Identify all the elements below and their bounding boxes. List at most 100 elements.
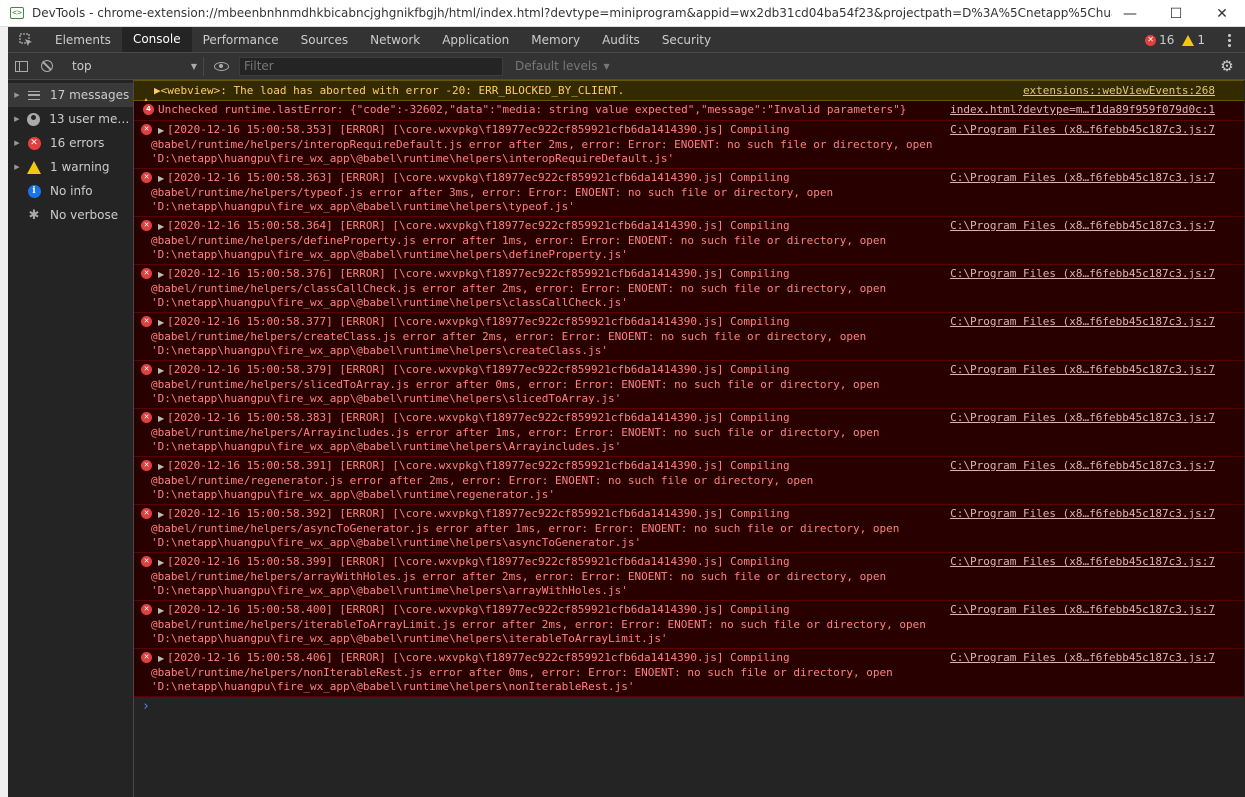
close-button[interactable]: ✕ bbox=[1199, 0, 1245, 27]
source-link[interactable]: C:\Program Files (x8…f6febb45c187c3.js:7 bbox=[950, 459, 1215, 473]
tab-application[interactable]: Application bbox=[431, 27, 520, 52]
tab-console[interactable]: Console bbox=[121, 27, 192, 52]
sidebar-item-user-messages[interactable]: ▶ 13 user mes... bbox=[8, 107, 133, 131]
expand-arrow-icon: ▶ bbox=[158, 654, 165, 663]
console-output[interactable]: ▶<webview>: The load has aborted with er… bbox=[134, 80, 1244, 797]
clear-console-button[interactable] bbox=[34, 53, 60, 80]
error-path-line: 'D:\netapp\huangpu\fire_wx_app\@babel\ru… bbox=[151, 296, 628, 309]
console-error-message[interactable]: ✕ ▶ [2020-12-16 15:00:58.406] [ERROR] [\co… bbox=[134, 649, 1244, 697]
sidebar-item-errors[interactable]: ▶ ✕ 16 errors bbox=[8, 131, 133, 155]
source-link[interactable]: C:\Program Files (x8…f6febb45c187c3.js:7 bbox=[950, 651, 1215, 665]
console-prompt[interactable]: › bbox=[134, 697, 1244, 717]
error-detail-line: @babel/runtime/helpers/asyncToGenerator.… bbox=[151, 522, 900, 535]
console-error-message[interactable]: ✕ ▶ [2020-12-16 15:00:58.383] [ERROR] [\co… bbox=[134, 409, 1244, 457]
user-icon bbox=[26, 112, 40, 126]
warning-count[interactable]: 1 bbox=[1182, 33, 1205, 47]
console-error-message[interactable]: ✕ ▶ [2020-12-16 15:00:58.400] [ERROR] [\co… bbox=[134, 601, 1244, 649]
source-link[interactable]: C:\Program Files (x8…f6febb45c187c3.js:7 bbox=[950, 603, 1215, 617]
sidebar-item-label: 13 user mes... bbox=[49, 112, 133, 126]
console-error-message[interactable]: ✕ ▶ [2020-12-16 15:00:58.364] [ERROR] [\co… bbox=[134, 217, 1244, 265]
error-path-line: 'D:\netapp\huangpu\fire_wx_app\@babel\ru… bbox=[151, 632, 668, 645]
console-error-message[interactable]: ✕ ▶ [2020-12-16 15:00:58.353] [ERROR] [\co… bbox=[134, 121, 1244, 169]
sidebar-item-warnings[interactable]: ▶ 1 warning bbox=[8, 155, 133, 179]
console-toolbar: top ▼ Default levels ▼ ⚙ bbox=[8, 53, 1245, 80]
error-icon: ✕ bbox=[141, 460, 152, 471]
compile-error-list: ✕ ▶ [2020-12-16 15:00:58.353] [ERROR] [\co… bbox=[134, 121, 1244, 697]
error-icon: ✕ bbox=[141, 604, 152, 615]
source-link[interactable]: C:\Program Files (x8…f6febb45c187c3.js:7 bbox=[950, 411, 1215, 425]
tab-performance[interactable]: Performance bbox=[192, 27, 290, 52]
repeat-count-badge: 4 bbox=[143, 104, 154, 115]
error-detail-line: @babel/runtime/helpers/defineProperty.js… bbox=[151, 234, 887, 247]
tab-elements[interactable]: Elements bbox=[44, 27, 122, 52]
expand-arrow-icon: ▶ bbox=[158, 126, 165, 135]
source-link[interactable]: C:\Program Files (x8…f6febb45c187c3.js:7 bbox=[950, 507, 1215, 521]
source-link[interactable]: C:\Program Files (x8…f6febb45c187c3.js:7 bbox=[950, 363, 1215, 377]
filter-input[interactable] bbox=[239, 56, 503, 76]
expand-arrow-icon: ▶ bbox=[14, 115, 20, 123]
tab-network[interactable]: Network bbox=[359, 27, 431, 52]
console-error-message[interactable]: ✕ ▶ [2020-12-16 15:00:58.376] [ERROR] [\co… bbox=[134, 265, 1244, 313]
console-error-message[interactable]: ✕ ▶ [2020-12-16 15:00:58.392] [ERROR] [\co… bbox=[134, 505, 1244, 553]
inspect-cursor-icon bbox=[19, 32, 32, 46]
expand-arrow-icon: ▶ bbox=[158, 318, 165, 327]
issue-counters: ✕ 16 1 bbox=[1145, 27, 1245, 53]
tab-memory[interactable]: Memory bbox=[520, 27, 591, 52]
tab-security[interactable]: Security bbox=[651, 27, 722, 52]
inspect-element-button[interactable] bbox=[8, 27, 44, 52]
error-detail-line: @babel/runtime/regenerator.js error afte… bbox=[151, 474, 814, 487]
console-error-message[interactable]: ✕ ▶ [2020-12-16 15:00:58.377] [ERROR] [\co… bbox=[134, 313, 1244, 361]
expand-arrow-icon: ▶ bbox=[14, 163, 20, 171]
eye-icon[interactable] bbox=[214, 61, 229, 71]
console-error-message[interactable]: ✕ ▶ [2020-12-16 15:00:58.399] [ERROR] [\co… bbox=[134, 553, 1244, 601]
error-icon: ✕ bbox=[141, 412, 152, 423]
show-sidebar-button[interactable] bbox=[8, 53, 34, 80]
source-link[interactable]: C:\Program Files (x8…f6febb45c187c3.js:7 bbox=[950, 171, 1215, 185]
more-options-icon[interactable] bbox=[1219, 33, 1239, 47]
source-link[interactable]: C:\Program Files (x8…f6febb45c187c3.js:7 bbox=[950, 219, 1215, 233]
console-error-message[interactable]: ✕ ▶ [2020-12-16 15:00:58.391] [ERROR] [\co… bbox=[134, 457, 1244, 505]
sidebar-item-verbose[interactable]: ✱ No verbose bbox=[8, 203, 133, 227]
error-icon: ✕ bbox=[141, 652, 152, 663]
error-icon: ✕ bbox=[141, 172, 152, 183]
source-link[interactable]: C:\Program Files (x8…f6febb45c187c3.js:7 bbox=[950, 555, 1215, 569]
console-warning-message[interactable]: ▶<webview>: The load has aborted with er… bbox=[134, 80, 1244, 108]
expand-arrow-icon: ▶ bbox=[14, 139, 20, 147]
error-icon: ✕ bbox=[141, 508, 152, 519]
error-path-line: 'D:\netapp\huangpu\fire_wx_app\@babel\ru… bbox=[151, 152, 675, 165]
error-path-line: 'D:\netapp\huangpu\fire_wx_app\@babel\ru… bbox=[151, 488, 555, 501]
error-path-line: 'D:\netapp\huangpu\fire_wx_app\@babel\ru… bbox=[151, 536, 642, 549]
error-icon: ✕ bbox=[141, 556, 152, 567]
error-icon: ✕ bbox=[141, 316, 152, 327]
expand-arrow-icon: ▶ bbox=[158, 414, 165, 423]
source-link[interactable]: C:\Program Files (x8…f6febb45c187c3.js:7 bbox=[950, 123, 1215, 137]
console-main: ▶ 17 messages ▶ 13 user mes... ▶ ✕ 16 er… bbox=[8, 80, 1245, 797]
console-error-message[interactable]: ✕ ▶ [2020-12-16 15:00:58.363] [ERROR] [\co… bbox=[134, 169, 1244, 217]
context-selector[interactable]: top ▼ bbox=[66, 56, 204, 76]
minimize-button[interactable]: — bbox=[1107, 0, 1153, 27]
source-link[interactable]: C:\Program Files (x8…f6febb45c187c3.js:7 bbox=[950, 267, 1215, 281]
tab-audits[interactable]: Audits bbox=[591, 27, 651, 52]
source-link[interactable]: index.html?devtype=m…f1da89f959f079d0c:1 bbox=[950, 103, 1215, 117]
gear-icon[interactable]: ⚙ bbox=[1219, 57, 1235, 75]
tab-sources[interactable]: Sources bbox=[290, 27, 359, 52]
chevron-down-icon: ▼ bbox=[603, 61, 610, 71]
expand-arrow-icon: ▶ bbox=[158, 510, 165, 519]
error-path-line: 'D:\netapp\huangpu\fire_wx_app\@babel\ru… bbox=[151, 392, 622, 405]
list-icon bbox=[28, 90, 40, 100]
error-detail-line: @babel/runtime/helpers/arrayWithHoles.js… bbox=[151, 570, 887, 583]
source-link[interactable]: C:\Program Files (x8…f6febb45c187c3.js:7 bbox=[950, 315, 1215, 329]
source-link[interactable]: extensions::webViewEvents:268 bbox=[1023, 84, 1215, 98]
sidebar-item-messages[interactable]: ▶ 17 messages bbox=[8, 83, 133, 107]
console-runtime-error[interactable]: 4 Unchecked runtime.lastError: {"code":-… bbox=[134, 101, 1244, 121]
warning-count-label: 1 bbox=[1197, 33, 1205, 47]
sidebar-item-info[interactable]: i No info bbox=[8, 179, 133, 203]
maximize-button[interactable]: ☐ bbox=[1153, 0, 1199, 27]
console-error-message[interactable]: ✕ ▶ [2020-12-16 15:00:58.379] [ERROR] [\co… bbox=[134, 361, 1244, 409]
expand-arrow-icon: ▶ bbox=[158, 558, 165, 567]
error-count[interactable]: ✕ 16 bbox=[1145, 33, 1174, 47]
log-levels-dropdown[interactable]: Default levels ▼ bbox=[507, 59, 618, 73]
error-detail-line: @babel/runtime/helpers/iterableToArrayLi… bbox=[151, 618, 926, 631]
error-detail-line: @babel/runtime/helpers/interopRequireDef… bbox=[151, 138, 933, 151]
chevron-down-icon: ▼ bbox=[190, 61, 197, 71]
